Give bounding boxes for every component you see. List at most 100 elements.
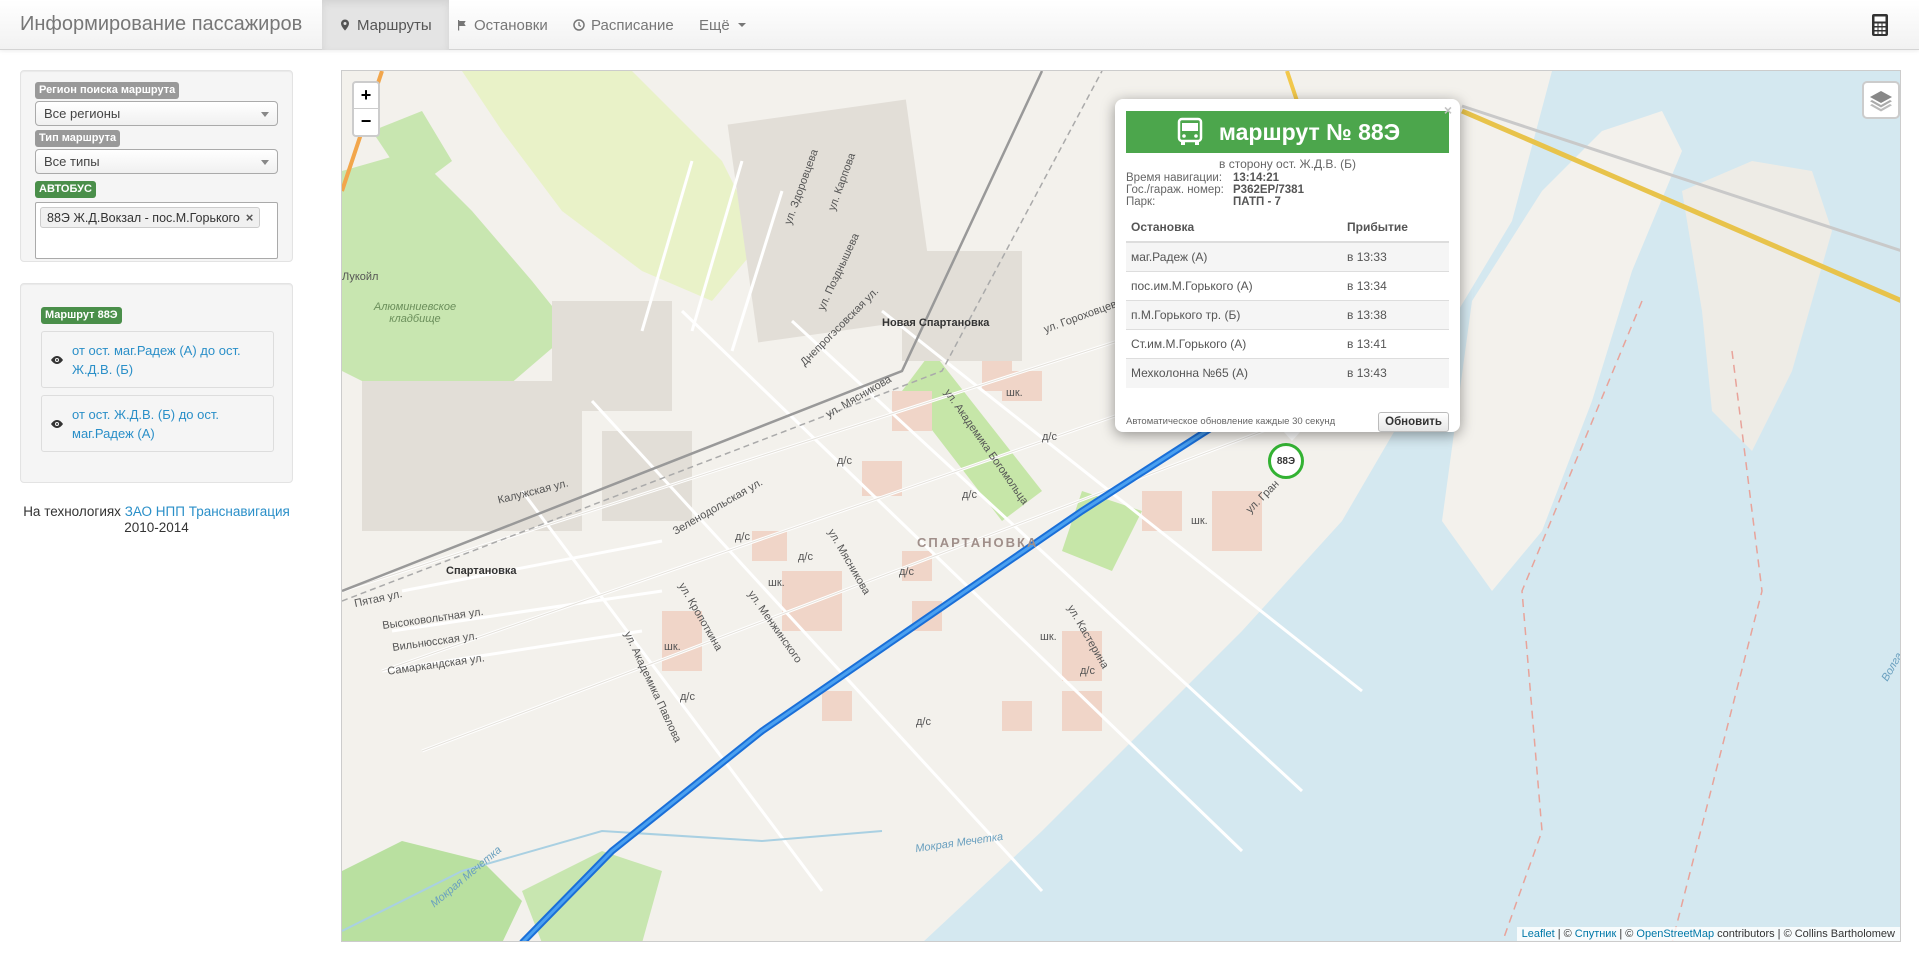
- popup-close-button[interactable]: ×: [1444, 102, 1452, 118]
- navbar: Информирование пассажиров Маршруты Остан…: [0, 0, 1919, 50]
- select-arrow-icon: [261, 160, 269, 165]
- nav-tab-label: Ещё: [699, 16, 730, 34]
- auto-refresh-note: Автоматическое обновление каждые 30 секу…: [1126, 416, 1336, 427]
- info-key: Парк:: [1126, 196, 1156, 208]
- map-view[interactable]: Новая Спартановка Спартановка СПАРТАНОВК…: [341, 70, 1901, 942]
- stop-name: Мехколонна №65 (А): [1126, 358, 1342, 388]
- route-type-select-value: Все типы: [44, 154, 100, 169]
- table-row: пос.им.М.Горького (А) в 13:34: [1126, 271, 1449, 301]
- footer-prefix: На технологиях: [23, 504, 121, 519]
- popup-title: маршрут № 88Э: [1218, 118, 1401, 145]
- calculator-icon[interactable]: [1871, 13, 1889, 37]
- sputnik-link[interactable]: Спутник: [1575, 928, 1616, 940]
- direction-link[interactable]: от ост. маг.Радеж (А) до ост. Ж.Д.В. (Б): [72, 341, 265, 379]
- stop-name: маг.Радеж (А): [1126, 241, 1342, 272]
- eye-icon[interactable]: [50, 419, 64, 429]
- popup-info: Время навигации: 13:14:21 Гос./гараж. ном…: [1126, 172, 1449, 208]
- route-multiselect[interactable]: 88Э Ж.Д.Вокзал - пос.М.Горького ×: [35, 202, 278, 259]
- selected-route-text: 88Э Ж.Д.Вокзал - пос.М.Горького: [47, 210, 240, 225]
- region-select-value: Все регионы: [44, 106, 121, 121]
- nav-tab-label: Маршруты: [357, 16, 432, 34]
- route-badge: Маршрут 88Э: [41, 307, 122, 324]
- brand-title[interactable]: Информирование пассажиров: [20, 13, 302, 36]
- nav-tab-schedule[interactable]: Расписание: [556, 0, 691, 50]
- nav-tab-label: Остановки: [474, 16, 548, 34]
- table-row: п.М.Горького тр. (Б) в 13:38: [1126, 300, 1449, 330]
- footer-company-link[interactable]: ЗАО НПП Транснавигация: [125, 504, 290, 519]
- stop-name: Ст.им.М.Горького (А): [1126, 329, 1342, 359]
- arrival-time: в 13:41: [1342, 329, 1449, 359]
- table-row: Ст.им.М.Горького (А) в 13:41: [1126, 329, 1449, 359]
- zoom-out-button[interactable]: −: [354, 109, 378, 135]
- direction-item[interactable]: от ост. маг.Радеж (А) до ост. Ж.Д.В. (Б): [41, 331, 274, 388]
- layers-icon: [1870, 91, 1892, 112]
- region-select[interactable]: Все регионы: [35, 101, 278, 126]
- bus-icon: [1177, 117, 1203, 145]
- map-label-district: СПАРТАНОВКА: [917, 535, 1039, 550]
- map-attribution: Leaflet | © Спутник | © OpenStreetMap co…: [1516, 927, 1900, 941]
- nav-tab-label: Расписание: [591, 16, 674, 34]
- route-type-select[interactable]: Все типы: [35, 149, 278, 174]
- table-row: маг.Радеж (А) в 13:33: [1126, 241, 1449, 272]
- map-label-kindergarten: д/с: [1080, 665, 1095, 677]
- bus-group-label: АВТОБУС: [35, 181, 96, 198]
- map-label-kindergarten: д/с: [916, 716, 931, 728]
- map-label-kindergarten: д/с: [1042, 431, 1057, 443]
- direction-link[interactable]: от ост. Ж.Д.В. (Б) до ост. маг.Радеж (А): [72, 405, 265, 443]
- map-label-kindergarten: д/с: [735, 531, 750, 543]
- layers-button[interactable]: [1862, 81, 1900, 119]
- zoom-in-button[interactable]: +: [354, 83, 378, 109]
- route-type-label: Тип маршрута: [35, 130, 121, 147]
- vehicle-popup: × маршрут № 88Э в сторону ост. Ж.Д.В. (Б…: [1115, 99, 1460, 432]
- footer-years: 2010-2014: [124, 520, 189, 535]
- attribution-separator: | ©: [1616, 928, 1637, 940]
- arrival-time: в 13:33: [1342, 241, 1449, 272]
- caret-down-icon: [737, 23, 746, 27]
- eye-icon[interactable]: [50, 355, 64, 365]
- column-header-arrival: Прибытие: [1342, 215, 1449, 243]
- remove-tag-icon[interactable]: ×: [246, 210, 254, 225]
- stop-name: пос.им.М.Горького (А): [1126, 271, 1342, 301]
- map-label-school: шк.: [1006, 387, 1023, 399]
- map-label-kindergarten: д/с: [680, 691, 695, 703]
- stop-name: п.М.Горького тр. (Б): [1126, 300, 1342, 330]
- nav-tab-stops[interactable]: Остановки: [439, 0, 565, 50]
- info-value: ПАТП - 7: [1233, 196, 1281, 208]
- map-marker-icon: [341, 19, 349, 31]
- arrival-time: в 13:43: [1342, 358, 1449, 388]
- arrival-time: в 13:38: [1342, 300, 1449, 330]
- footer-credits: На технологиях ЗАО НПП Транснавигация 20…: [20, 504, 293, 536]
- map-label-school: шк.: [768, 577, 785, 589]
- map-label-poi: Лукойл: [342, 271, 379, 283]
- popup-direction: в сторону ост. Ж.Д.В. (Б): [1219, 157, 1356, 171]
- map-label-kindergarten: д/с: [899, 566, 914, 578]
- map-label-stop: Спартановка: [446, 565, 517, 577]
- map-label-kindergarten: д/с: [837, 455, 852, 467]
- attribution-separator: | ©: [1554, 928, 1575, 940]
- map-label-school: шк.: [1191, 515, 1208, 527]
- select-arrow-icon: [261, 112, 269, 117]
- nav-dropdown-more[interactable]: Ещё: [682, 0, 763, 50]
- stops-table: Остановка Прибытие маг.Радеж (А) в 13:33 …: [1126, 215, 1449, 388]
- refresh-button[interactable]: Обновить: [1378, 411, 1449, 432]
- map-label-kindergarten: д/с: [962, 489, 977, 501]
- info-value: Р362ЕР/7381: [1233, 184, 1304, 196]
- table-row: Мехколонна №65 (А) в 13:43: [1126, 358, 1449, 388]
- arrival-time: в 13:34: [1342, 271, 1449, 301]
- popup-header: маршрут № 88Э: [1126, 111, 1449, 153]
- map-label-cemetery: Алюминиевское кладбище: [373, 301, 457, 325]
- attribution-rest: contributors | © Collins Bartholomew: [1714, 928, 1895, 940]
- map-label-school: шк.: [664, 641, 681, 653]
- clock-icon: [573, 19, 585, 31]
- nav-tab-routes[interactable]: Маршруты: [322, 0, 449, 50]
- bus-marker[interactable]: 88Э: [1268, 443, 1304, 479]
- route-search-panel: Регион поиска маршрута Все регионы Тип м…: [20, 70, 293, 262]
- route-directions-panel: Маршрут 88Э от ост. маг.Радеж (А) до ост…: [20, 283, 293, 483]
- zoom-control: + −: [352, 81, 380, 137]
- map-label-kindergarten: д/с: [798, 551, 813, 563]
- leaflet-link[interactable]: Leaflet: [1522, 928, 1555, 940]
- direction-item[interactable]: от ост. Ж.Д.В. (Б) до ост. маг.Радеж (А): [41, 395, 274, 452]
- osm-link[interactable]: OpenStreetMap: [1636, 928, 1714, 940]
- selected-route-tag: 88Э Ж.Д.Вокзал - пос.М.Горького ×: [40, 207, 261, 228]
- column-header-stop: Остановка: [1126, 215, 1342, 243]
